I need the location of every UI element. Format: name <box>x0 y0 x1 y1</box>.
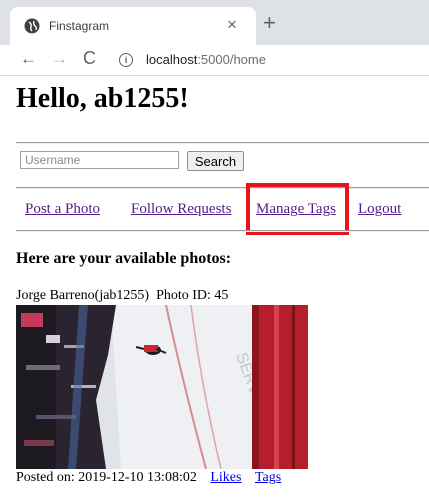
photos-section-title: Here are your available photos: <box>16 250 232 267</box>
posted-on-text: Posted on: 2019-12-10 13:08:02 <box>16 470 197 485</box>
divider <box>16 187 429 189</box>
logout-link[interactable]: Logout <box>358 201 401 218</box>
tags-link[interactable]: Tags <box>255 470 281 485</box>
post-photo-link[interactable]: Post a Photo <box>25 201 100 218</box>
divider <box>16 230 429 232</box>
likes-link[interactable]: Likes <box>210 470 241 485</box>
photo-footer: Posted on: 2019-12-10 13:08:02 Likes Tag… <box>16 470 281 486</box>
photo-image: SERVICES <box>16 305 308 469</box>
follow-requests-link[interactable]: Follow Requests <box>131 201 231 218</box>
new-tab-icon[interactable]: + <box>263 10 276 36</box>
divider <box>16 142 429 144</box>
photo-meta: Jorge Barreno(jab1255) Photo ID: 45 <box>16 288 228 304</box>
highlight-annotation-box <box>246 183 349 235</box>
browser-tab[interactable]: Finstagram × <box>10 7 256 45</box>
photo-id: Photo ID: 45 <box>156 288 229 303</box>
reload-icon[interactable]: C <box>83 48 96 69</box>
globe-icon <box>24 18 40 34</box>
address-bar[interactable]: localhost:5000/home <box>146 52 266 67</box>
back-arrow-icon[interactable]: ← <box>20 49 37 69</box>
tab-title: Finstagram <box>49 19 110 33</box>
tab-close-icon[interactable]: × <box>227 15 237 35</box>
search-input[interactable] <box>20 151 179 169</box>
search-button[interactable]: Search <box>187 151 244 171</box>
url-path: :5000/home <box>197 52 266 67</box>
browser-toolbar: ← → C i localhost:5000/home <box>0 45 429 76</box>
browser-tab-bar: Finstagram × + <box>0 0 429 45</box>
forward-arrow-icon[interactable]: → <box>51 49 68 69</box>
info-icon[interactable]: i <box>119 53 133 67</box>
poster-name: Jorge Barreno(jab1255) <box>16 288 150 303</box>
greeting-heading: Hello, ab1255! <box>16 83 189 114</box>
url-host: localhost <box>146 52 198 67</box>
